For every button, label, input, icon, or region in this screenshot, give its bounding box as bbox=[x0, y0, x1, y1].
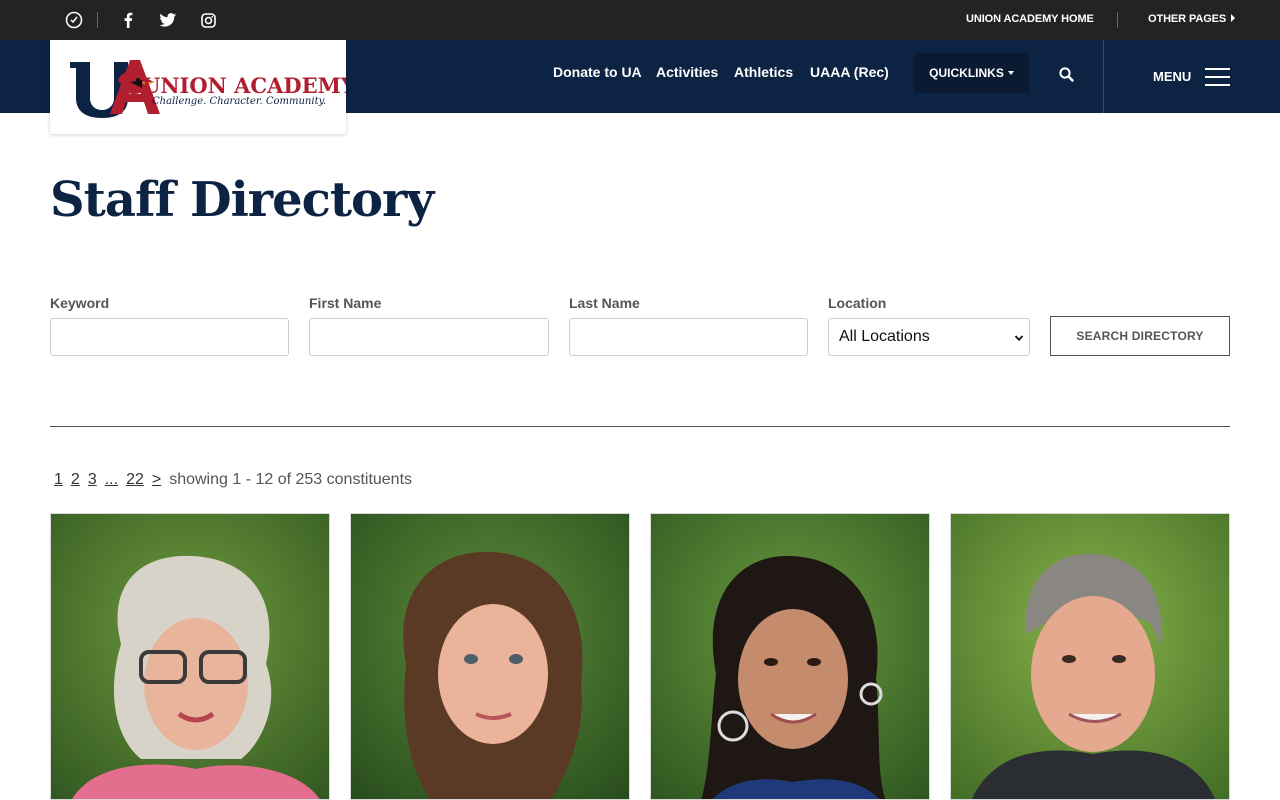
page-ellipsis[interactable]: ... bbox=[105, 471, 118, 489]
facebook-icon[interactable] bbox=[118, 10, 138, 30]
utility-divider bbox=[97, 12, 98, 28]
other-pages-label: OTHER PAGES bbox=[1148, 13, 1227, 25]
staff-photo[interactable] bbox=[650, 513, 930, 800]
twitter-icon[interactable] bbox=[158, 10, 178, 30]
last-name-input[interactable] bbox=[569, 318, 808, 356]
location-label: Location bbox=[828, 295, 887, 311]
page-link-1[interactable]: 1 bbox=[54, 471, 63, 489]
nav-item-donate[interactable]: Donate to UA bbox=[553, 64, 642, 80]
keyword-input[interactable] bbox=[50, 318, 289, 356]
nav-item-activities[interactable]: Activities bbox=[656, 64, 718, 80]
nav-divider bbox=[1103, 40, 1104, 113]
location-select-value: All Locations bbox=[839, 328, 930, 345]
logo-name: UNION ACADEMY bbox=[142, 73, 346, 98]
other-pages-link[interactable]: OTHER PAGES bbox=[1148, 13, 1236, 25]
pagination: 1 2 3 ... 22 > showing 1 - 12 of 253 con… bbox=[50, 470, 412, 490]
utility-divider bbox=[1117, 12, 1118, 28]
nav-item-athletics[interactable]: Athletics bbox=[734, 64, 793, 80]
nav-item-uaaa-rec[interactable]: UAAA (Rec) bbox=[810, 64, 889, 80]
first-name-input[interactable] bbox=[309, 318, 549, 356]
location-select[interactable]: All Locations bbox=[828, 318, 1030, 356]
menu-button-label[interactable]: MENU bbox=[1153, 69, 1191, 84]
divider-line bbox=[50, 426, 1230, 427]
quicklinks-button[interactable]: QUICKLINKS bbox=[914, 53, 1029, 93]
union-academy-home-link[interactable]: UNION ACADEMY HOME bbox=[966, 13, 1094, 25]
staff-photo[interactable] bbox=[50, 513, 330, 800]
staff-photo[interactable] bbox=[350, 513, 630, 800]
page-link-22[interactable]: 22 bbox=[126, 471, 144, 489]
search-directory-button[interactable]: SEARCH DIRECTORY bbox=[1050, 316, 1230, 356]
last-name-label: Last Name bbox=[569, 295, 640, 311]
page-title: Staff Directory bbox=[50, 172, 434, 228]
apps-icon[interactable] bbox=[64, 10, 84, 30]
next-page-link[interactable]: > bbox=[152, 471, 161, 489]
caret-down-icon bbox=[1007, 71, 1014, 75]
search-icon[interactable] bbox=[1056, 64, 1076, 84]
staff-photo[interactable] bbox=[950, 513, 1230, 800]
page-link-3[interactable]: 3 bbox=[88, 471, 97, 489]
results-summary: showing 1 - 12 of 253 constituents bbox=[169, 471, 413, 488]
first-name-label: First Name bbox=[309, 295, 382, 311]
hamburger-icon[interactable] bbox=[1205, 68, 1230, 86]
instagram-icon[interactable] bbox=[198, 10, 218, 30]
keyword-label: Keyword bbox=[50, 295, 110, 311]
quicklinks-label: QUICKLINKS bbox=[929, 66, 1004, 80]
logo[interactable]: UNION ACADEMY Challenge. Character. Comm… bbox=[50, 40, 357, 134]
logo-tagline: Challenge. Character. Community. bbox=[152, 96, 326, 107]
page-link-2[interactable]: 2 bbox=[71, 471, 80, 489]
caret-right-icon bbox=[1231, 14, 1236, 22]
chevron-down-icon bbox=[1014, 335, 1024, 342]
